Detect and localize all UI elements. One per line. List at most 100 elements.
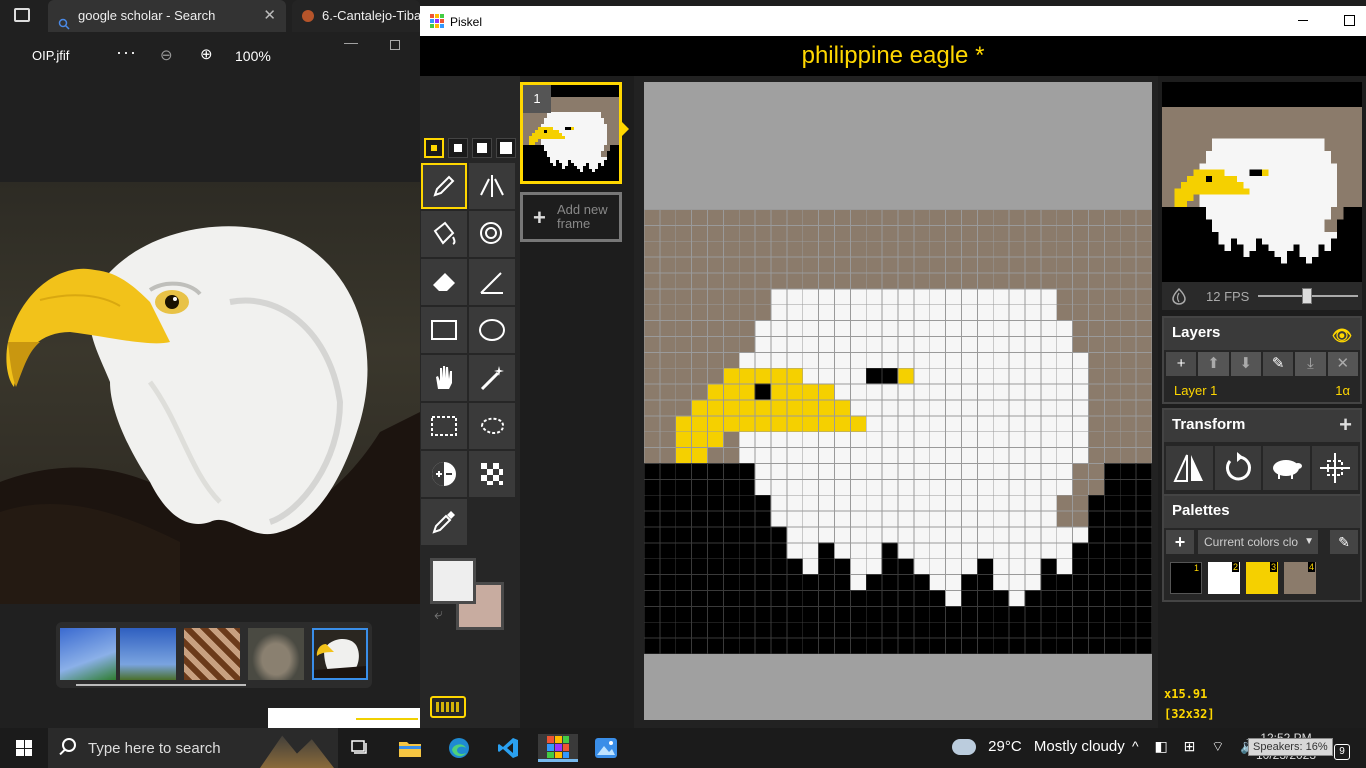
rotate-button[interactable]: [1214, 446, 1261, 490]
pixel: [556, 166, 559, 169]
onion-skin-icon[interactable]: [1170, 287, 1188, 305]
expand-transform-icon[interactable]: +: [1339, 412, 1352, 438]
rectangle-select-tool[interactable]: [421, 403, 467, 449]
wifi-icon[interactable]: ⌔: [1211, 738, 1224, 754]
drawing-canvas[interactable]: [644, 146, 1152, 654]
palette-swatch-1[interactable]: 1: [1170, 562, 1202, 594]
move-tool[interactable]: [421, 355, 467, 401]
zoom-in-icon[interactable]: ⊕: [200, 45, 213, 63]
thumbnail-5-selected[interactable]: [312, 628, 368, 680]
palette-swatch-2[interactable]: 2: [1208, 562, 1240, 594]
palette-swatch-3[interactable]: 3: [1246, 562, 1278, 594]
tab-pdf[interactable]: 6.-Cantalejo-Tibay: [292, 0, 420, 32]
pixel: [580, 133, 583, 136]
more-options-button[interactable]: ···: [116, 42, 137, 63]
lighten-tool[interactable]: [421, 451, 467, 497]
tab-actions-icon[interactable]: [14, 8, 30, 22]
eraser-tool[interactable]: [421, 259, 467, 305]
pixel: [553, 163, 556, 166]
move-layer-up-button[interactable]: ⬆: [1198, 352, 1229, 376]
weather-widget[interactable]: 29°C Mostly cloudy: [952, 738, 1125, 756]
windows-start-icon[interactable]: [16, 740, 32, 756]
rectangle-tool[interactable]: [421, 307, 467, 353]
layer-item[interactable]: Layer 1 1α: [1164, 378, 1360, 402]
pixel: [1162, 107, 1169, 114]
dithering-tool[interactable]: [469, 451, 515, 497]
file-explorer-icon[interactable]: [394, 734, 426, 762]
thumbnail-2[interactable]: [120, 628, 176, 680]
magic-wand-tool[interactable]: [469, 355, 515, 401]
pixel: [1305, 182, 1312, 189]
maximize-button[interactable]: [1344, 15, 1355, 26]
pixel: [754, 621, 772, 639]
pixel: [770, 494, 788, 512]
minimize-button[interactable]: —: [344, 34, 358, 50]
palette-select[interactable]: Current colors clo ▼: [1198, 530, 1318, 554]
color-picker-tool[interactable]: [421, 499, 467, 545]
vertical-mirror-pen-tool[interactable]: [469, 163, 515, 209]
add-layer-button[interactable]: +: [1166, 352, 1197, 376]
zoom-out-icon[interactable]: ⊖: [160, 46, 173, 64]
edit-layer-button[interactable]: ✎: [1262, 352, 1294, 376]
taskbar-search[interactable]: Type here to search: [48, 728, 338, 768]
close-icon[interactable]: ✕: [263, 0, 276, 32]
project-title[interactable]: philippine eagle *: [420, 36, 1366, 76]
pen-size-3[interactable]: [472, 138, 492, 158]
pixel: [1162, 232, 1169, 239]
pixel: [598, 100, 601, 103]
circle-tool[interactable]: [469, 307, 515, 353]
maximize-button[interactable]: [390, 40, 400, 50]
fps-slider-handle[interactable]: [1302, 288, 1312, 304]
filmstrip-scrollbar[interactable]: [76, 684, 246, 686]
pixel: [1072, 558, 1089, 576]
palette-swatch-4[interactable]: 4: [1284, 562, 1316, 594]
pen-size-4[interactable]: [496, 138, 516, 158]
pixel: [526, 142, 529, 145]
delete-layer-button[interactable]: ✕: [1327, 352, 1358, 376]
photos-app-icon[interactable]: [590, 734, 622, 762]
pixel: [616, 148, 619, 151]
piskel-taskbar-icon[interactable]: [538, 734, 578, 762]
align-center-button[interactable]: [1311, 446, 1358, 490]
frame-1-thumbnail[interactable]: 1: [520, 82, 622, 184]
thumbnail-4[interactable]: [248, 628, 304, 680]
paint-same-color-tool[interactable]: [469, 211, 515, 257]
device-icon[interactable]: ◧: [1154, 738, 1167, 754]
flip-button[interactable]: [1166, 446, 1213, 490]
pixel: [1330, 175, 1337, 182]
clone-button[interactable]: [1263, 446, 1310, 490]
add-new-frame-button[interactable]: + Add new frame: [520, 192, 622, 242]
pixel: [1218, 132, 1225, 139]
toggle-layer-preview-icon[interactable]: 👁: [1332, 326, 1352, 346]
pixel: [1312, 144, 1319, 151]
edge-browser-icon[interactable]: [443, 734, 475, 762]
pen-size-2[interactable]: [448, 138, 468, 158]
merge-layer-button[interactable]: ⤓: [1295, 352, 1326, 376]
task-view-icon[interactable]: [344, 734, 376, 762]
battery-icon[interactable]: ⊞: [1184, 738, 1196, 754]
move-layer-down-button[interactable]: ⬇: [1230, 352, 1261, 376]
pixel: [849, 304, 867, 322]
pen-tool[interactable]: [421, 163, 467, 209]
pen-size-1[interactable]: [424, 138, 444, 158]
minimize-button[interactable]: [1298, 20, 1308, 21]
tab-google-scholar[interactable]: google scholar - Search ✕: [48, 0, 286, 32]
stroke-tool[interactable]: [469, 259, 515, 305]
edit-palette-button[interactable]: ✎: [1330, 530, 1358, 554]
show-hidden-icons-icon[interactable]: ^: [1132, 738, 1139, 754]
pixel: [1187, 150, 1194, 157]
pixel: [1305, 219, 1312, 226]
thumbnail-3[interactable]: [184, 628, 240, 680]
swap-colors-icon[interactable]: ⤶: [434, 606, 443, 624]
keyboard-shortcuts-icon[interactable]: [430, 696, 466, 718]
paint-bucket-tool[interactable]: [421, 211, 467, 257]
lasso-select-tool[interactable]: [469, 403, 515, 449]
vscode-icon[interactable]: [492, 734, 524, 762]
pixel: [616, 160, 619, 163]
add-palette-button[interactable]: +: [1166, 530, 1194, 554]
notification-center-icon[interactable]: 9: [1334, 744, 1350, 760]
pixel: [529, 175, 532, 178]
thumbnail-1[interactable]: [60, 628, 116, 680]
pixel: [526, 127, 529, 130]
primary-color[interactable]: [430, 558, 476, 604]
